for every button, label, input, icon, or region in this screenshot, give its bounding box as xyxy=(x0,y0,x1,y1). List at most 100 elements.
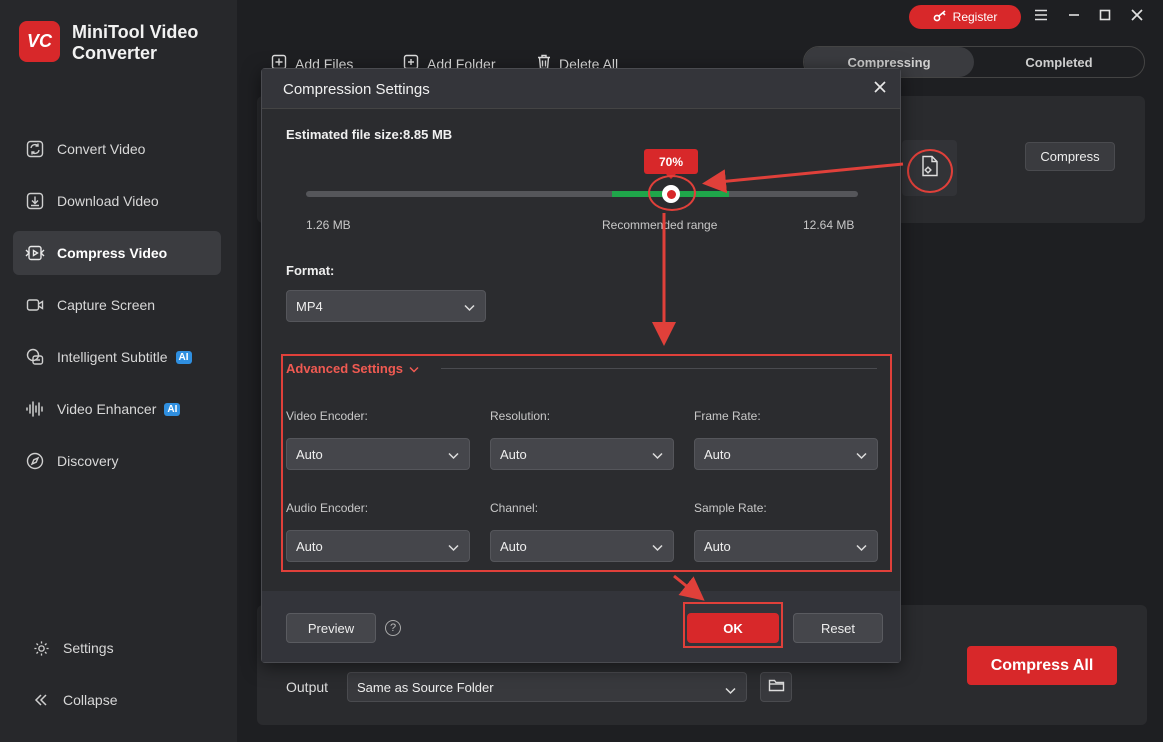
annotation-circle xyxy=(907,149,953,193)
dialog-header: Compression Settings xyxy=(262,69,900,109)
chevron-down-icon xyxy=(448,448,459,463)
sidebar-item-label: Video Enhancer xyxy=(57,401,157,417)
sidebar-item-label: Convert Video xyxy=(57,141,146,157)
sidebar-item-intelligent-subtitle[interactable]: Intelligent Subtitle AI xyxy=(13,335,221,379)
collapse-button[interactable]: Collapse xyxy=(19,678,227,722)
compression-settings-dialog: Compression Settings Estimated file size… xyxy=(261,68,901,663)
channel-value: Auto xyxy=(500,538,527,554)
maximize-button[interactable] xyxy=(1095,7,1115,27)
chevron-down-icon xyxy=(725,683,736,698)
key-icon xyxy=(933,9,947,25)
chevron-down-icon xyxy=(409,361,419,376)
close-button[interactable] xyxy=(1127,7,1147,27)
close-icon xyxy=(1130,8,1144,27)
sidebar-item-discovery[interactable]: Discovery xyxy=(13,439,221,483)
convert-icon xyxy=(25,139,45,159)
recommended-range-label: Recommended range xyxy=(602,218,718,232)
app-logo: VC xyxy=(19,21,60,62)
subtitle-icon xyxy=(25,347,45,367)
minimize-button[interactable] xyxy=(1064,7,1084,27)
frame-rate-select[interactable]: Auto xyxy=(694,438,878,470)
audio-encoder-value: Auto xyxy=(296,538,323,554)
slider-percent-tooltip: 70% xyxy=(644,149,698,179)
compress-icon xyxy=(25,243,45,263)
sidebar: VC MiniTool Video Converter Convert Vide… xyxy=(0,0,237,742)
sidebar-item-label: Intelligent Subtitle xyxy=(57,349,168,365)
output-folder-select[interactable]: Same as Source Folder xyxy=(347,672,747,702)
sidebar-item-video-enhancer[interactable]: Video Enhancer AI xyxy=(13,387,221,431)
audio-encoder-select[interactable]: Auto xyxy=(286,530,470,562)
chevron-down-icon xyxy=(464,300,475,315)
sidebar-item-label: Compress Video xyxy=(57,245,168,261)
channel-select[interactable]: Auto xyxy=(490,530,674,562)
advanced-settings-label: Advanced Settings xyxy=(286,361,404,376)
compress-button[interactable]: Compress xyxy=(1025,142,1115,171)
format-label: Format: xyxy=(286,263,335,278)
sidebar-item-convert-video[interactable]: Convert Video xyxy=(13,127,221,171)
slider-min-label: 1.26 MB xyxy=(306,218,351,232)
video-encoder-value: Auto xyxy=(296,446,323,462)
sidebar-item-label: Download Video xyxy=(57,193,159,209)
output-folder-value: Same as Source Folder xyxy=(357,679,494,695)
resolution-label: Resolution: xyxy=(490,409,551,423)
annotation-circle xyxy=(648,175,696,211)
frame-rate-label: Frame Rate: xyxy=(694,409,761,423)
advanced-settings-toggle[interactable]: Advanced Settings xyxy=(286,361,419,376)
compression-slider-track[interactable] xyxy=(306,191,858,197)
download-icon xyxy=(25,191,45,211)
preview-button[interactable]: Preview xyxy=(286,613,376,643)
ai-badge: AI xyxy=(164,402,181,416)
sidebar-item-download-video[interactable]: Download Video xyxy=(13,179,221,223)
close-icon xyxy=(873,80,887,99)
compress-all-button[interactable]: Compress All xyxy=(967,646,1117,685)
help-icon[interactable]: ? xyxy=(385,620,401,636)
settings-button[interactable]: Settings xyxy=(19,626,227,670)
minimize-icon xyxy=(1067,8,1081,26)
chevron-down-icon xyxy=(652,540,663,555)
register-button[interactable]: Register xyxy=(909,5,1021,29)
register-label: Register xyxy=(952,10,998,24)
chevron-down-icon xyxy=(856,448,867,463)
sample-rate-select[interactable]: Auto xyxy=(694,530,878,562)
open-folder-button[interactable] xyxy=(760,672,792,702)
folder-icon xyxy=(768,678,785,697)
chevron-down-icon xyxy=(652,448,663,463)
sidebar-item-label: Discovery xyxy=(57,453,119,469)
format-value: MP4 xyxy=(296,298,323,314)
maximize-icon xyxy=(1099,8,1111,26)
gear-icon xyxy=(31,638,51,658)
menu-button[interactable] xyxy=(1031,7,1051,27)
ok-button[interactable]: OK xyxy=(687,613,779,643)
chevron-down-icon xyxy=(448,540,459,555)
camera-icon xyxy=(25,295,45,315)
sidebar-item-compress-video[interactable]: Compress Video xyxy=(13,231,221,275)
audio-encoder-label: Audio Encoder: xyxy=(286,501,369,515)
reset-button[interactable]: Reset xyxy=(793,613,883,643)
dialog-title: Compression Settings xyxy=(283,81,430,98)
frame-rate-value: Auto xyxy=(704,446,731,462)
waveform-icon xyxy=(25,399,45,419)
divider xyxy=(441,368,877,369)
resolution-select[interactable]: Auto xyxy=(490,438,674,470)
settings-label: Settings xyxy=(63,640,114,656)
format-select[interactable]: MP4 xyxy=(286,290,486,322)
sample-rate-label: Sample Rate: xyxy=(694,501,767,515)
menu-icon xyxy=(1034,8,1048,26)
collapse-label: Collapse xyxy=(63,692,118,708)
compass-icon xyxy=(25,451,45,471)
dialog-close-button[interactable] xyxy=(870,79,890,99)
slider-max-label: 12.64 MB xyxy=(803,218,855,232)
estimated-file-size: Estimated file size:8.85 MB xyxy=(286,127,453,142)
double-chevron-left-icon xyxy=(31,690,51,710)
video-encoder-select[interactable]: Auto xyxy=(286,438,470,470)
sample-rate-value: Auto xyxy=(704,538,731,554)
sidebar-item-capture-screen[interactable]: Capture Screen xyxy=(13,283,221,327)
resolution-value: Auto xyxy=(500,446,527,462)
video-encoder-label: Video Encoder: xyxy=(286,409,368,423)
ai-badge: AI xyxy=(175,350,192,364)
tab-completed[interactable]: Completed xyxy=(974,47,1144,77)
sidebar-item-label: Capture Screen xyxy=(57,297,156,313)
channel-label: Channel: xyxy=(490,501,539,515)
output-label: Output xyxy=(286,679,329,695)
app-name: MiniTool Video Converter xyxy=(72,22,199,63)
